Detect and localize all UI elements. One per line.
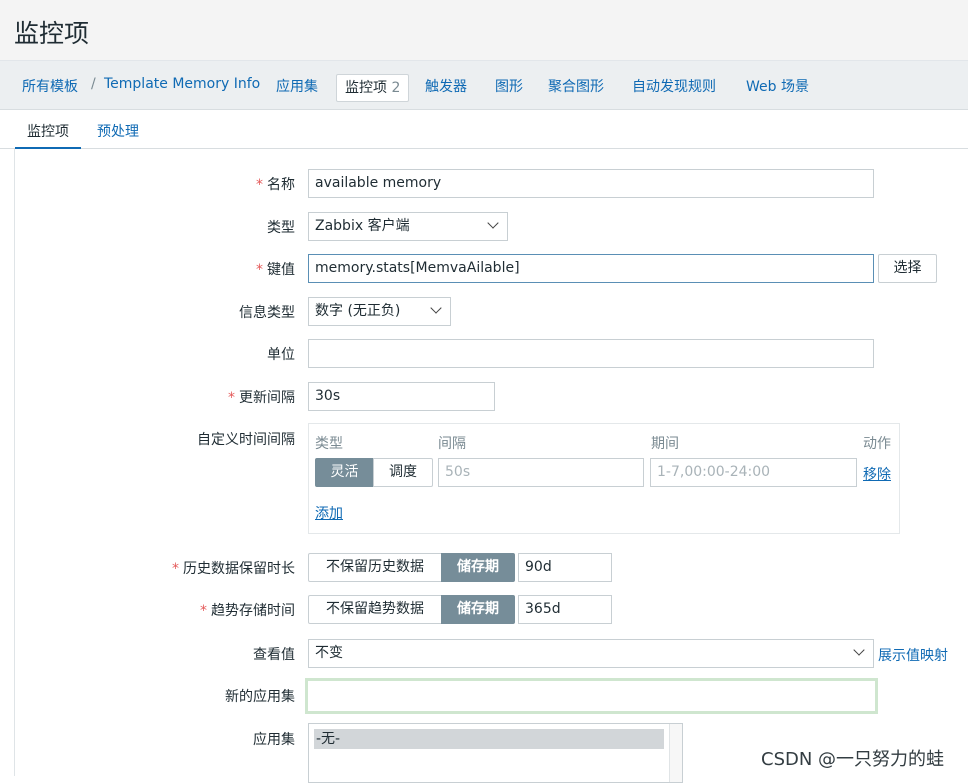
form-tabs: 监控项 预处理 bbox=[0, 110, 968, 150]
name-input[interactable]: available memory bbox=[308, 169, 874, 198]
info-type-select[interactable]: 数字 (无正负) bbox=[308, 297, 451, 326]
valuemap-select[interactable]: 不变 bbox=[308, 639, 874, 668]
info-type-label: 信息类型 bbox=[239, 305, 295, 321]
nav-screens-link[interactable]: 聚合图形 bbox=[548, 76, 604, 96]
trends-do-not-keep-toggle[interactable]: 不保留趋势数据 bbox=[308, 595, 442, 624]
nav-items-count: 2 bbox=[391, 80, 401, 96]
units-input[interactable] bbox=[308, 339, 874, 368]
chevron-down-icon bbox=[487, 217, 499, 229]
chevron-down-icon bbox=[853, 644, 865, 656]
key-input[interactable]: memory.stats[MemvaAilable] bbox=[308, 254, 874, 283]
custom-interval-input[interactable]: 50s bbox=[438, 458, 644, 487]
nav-triggers-link[interactable]: 触发器 bbox=[425, 76, 467, 96]
page-header: 监控项 bbox=[0, 0, 968, 61]
units-label: 单位 bbox=[267, 347, 295, 363]
valuemap-label: 查看值 bbox=[253, 647, 295, 663]
type-select[interactable]: Zabbix 客户端 bbox=[308, 212, 508, 241]
nav-graphs-link[interactable]: 图形 bbox=[495, 76, 523, 96]
nav-web-link[interactable]: Web 场景 bbox=[746, 76, 809, 96]
application-option-none[interactable]: -无- bbox=[314, 729, 664, 749]
nav-items-label: 监控项 bbox=[345, 80, 387, 96]
custom-period-input[interactable]: 1-7,00:00-24:00 bbox=[650, 458, 857, 487]
interval-label: * 更新间隔 bbox=[228, 390, 295, 406]
nav-applications-link[interactable]: 应用集 bbox=[276, 76, 318, 96]
applications-label: 应用集 bbox=[253, 732, 295, 748]
remove-interval-link[interactable]: 移除 bbox=[863, 464, 891, 484]
custom-intervals-label: 自定义时间间隔 bbox=[197, 432, 295, 448]
history-label: * 历史数据保留时长 bbox=[172, 561, 295, 577]
nav-all-templates-link[interactable]: 所有模板 bbox=[22, 76, 78, 96]
nav-items-tab[interactable]: 监控项 2 bbox=[336, 74, 410, 102]
listbox-scrollbar[interactable] bbox=[669, 724, 682, 782]
template-navbar: 所有模板 / Template Memory Info 应用集 触发器 图形 聚… bbox=[0, 61, 968, 110]
tab-item[interactable]: 监控项 bbox=[15, 121, 81, 150]
flexible-toggle[interactable]: 灵活 bbox=[315, 458, 374, 487]
col-interval-header: 间隔 bbox=[438, 436, 466, 452]
page-title: 监控项 bbox=[14, 19, 90, 48]
show-value-mappings-link[interactable]: 展示值映射 bbox=[878, 645, 948, 665]
history-do-not-keep-toggle[interactable]: 不保留历史数据 bbox=[308, 553, 442, 582]
col-action-header: 动作 bbox=[863, 436, 891, 452]
add-interval-link[interactable]: 添加 bbox=[315, 503, 343, 523]
key-label: * 键值 bbox=[256, 262, 295, 278]
nav-template-name-link[interactable]: Template Memory Info bbox=[104, 76, 260, 92]
trends-input[interactable]: 365d bbox=[518, 595, 612, 624]
interval-input[interactable]: 30s bbox=[308, 382, 495, 411]
col-period-header: 期间 bbox=[651, 436, 679, 452]
nav-discovery-link[interactable]: 自动发现规则 bbox=[632, 76, 716, 96]
watermark-text: CSDN @一只努力的蛙 bbox=[761, 749, 945, 770]
new-application-input[interactable] bbox=[305, 678, 878, 714]
history-input[interactable]: 90d bbox=[518, 553, 612, 582]
name-label: * 名称 bbox=[256, 177, 295, 193]
history-storage-period-toggle[interactable]: 储存期 bbox=[441, 553, 515, 582]
trends-storage-period-toggle[interactable]: 储存期 bbox=[441, 595, 515, 624]
new-application-label: 新的应用集 bbox=[225, 689, 295, 705]
scheduling-toggle[interactable]: 调度 bbox=[373, 458, 433, 487]
chevron-down-icon bbox=[430, 302, 442, 314]
select-key-button[interactable]: 选择 bbox=[878, 254, 937, 283]
trends-label: * 趋势存储时间 bbox=[200, 603, 295, 619]
tab-preprocessing[interactable]: 预处理 bbox=[97, 121, 139, 141]
type-label: 类型 bbox=[267, 220, 295, 236]
breadcrumb-separator: / bbox=[91, 76, 96, 92]
applications-listbox[interactable]: -无- bbox=[308, 723, 683, 783]
col-type-header: 类型 bbox=[315, 436, 343, 452]
